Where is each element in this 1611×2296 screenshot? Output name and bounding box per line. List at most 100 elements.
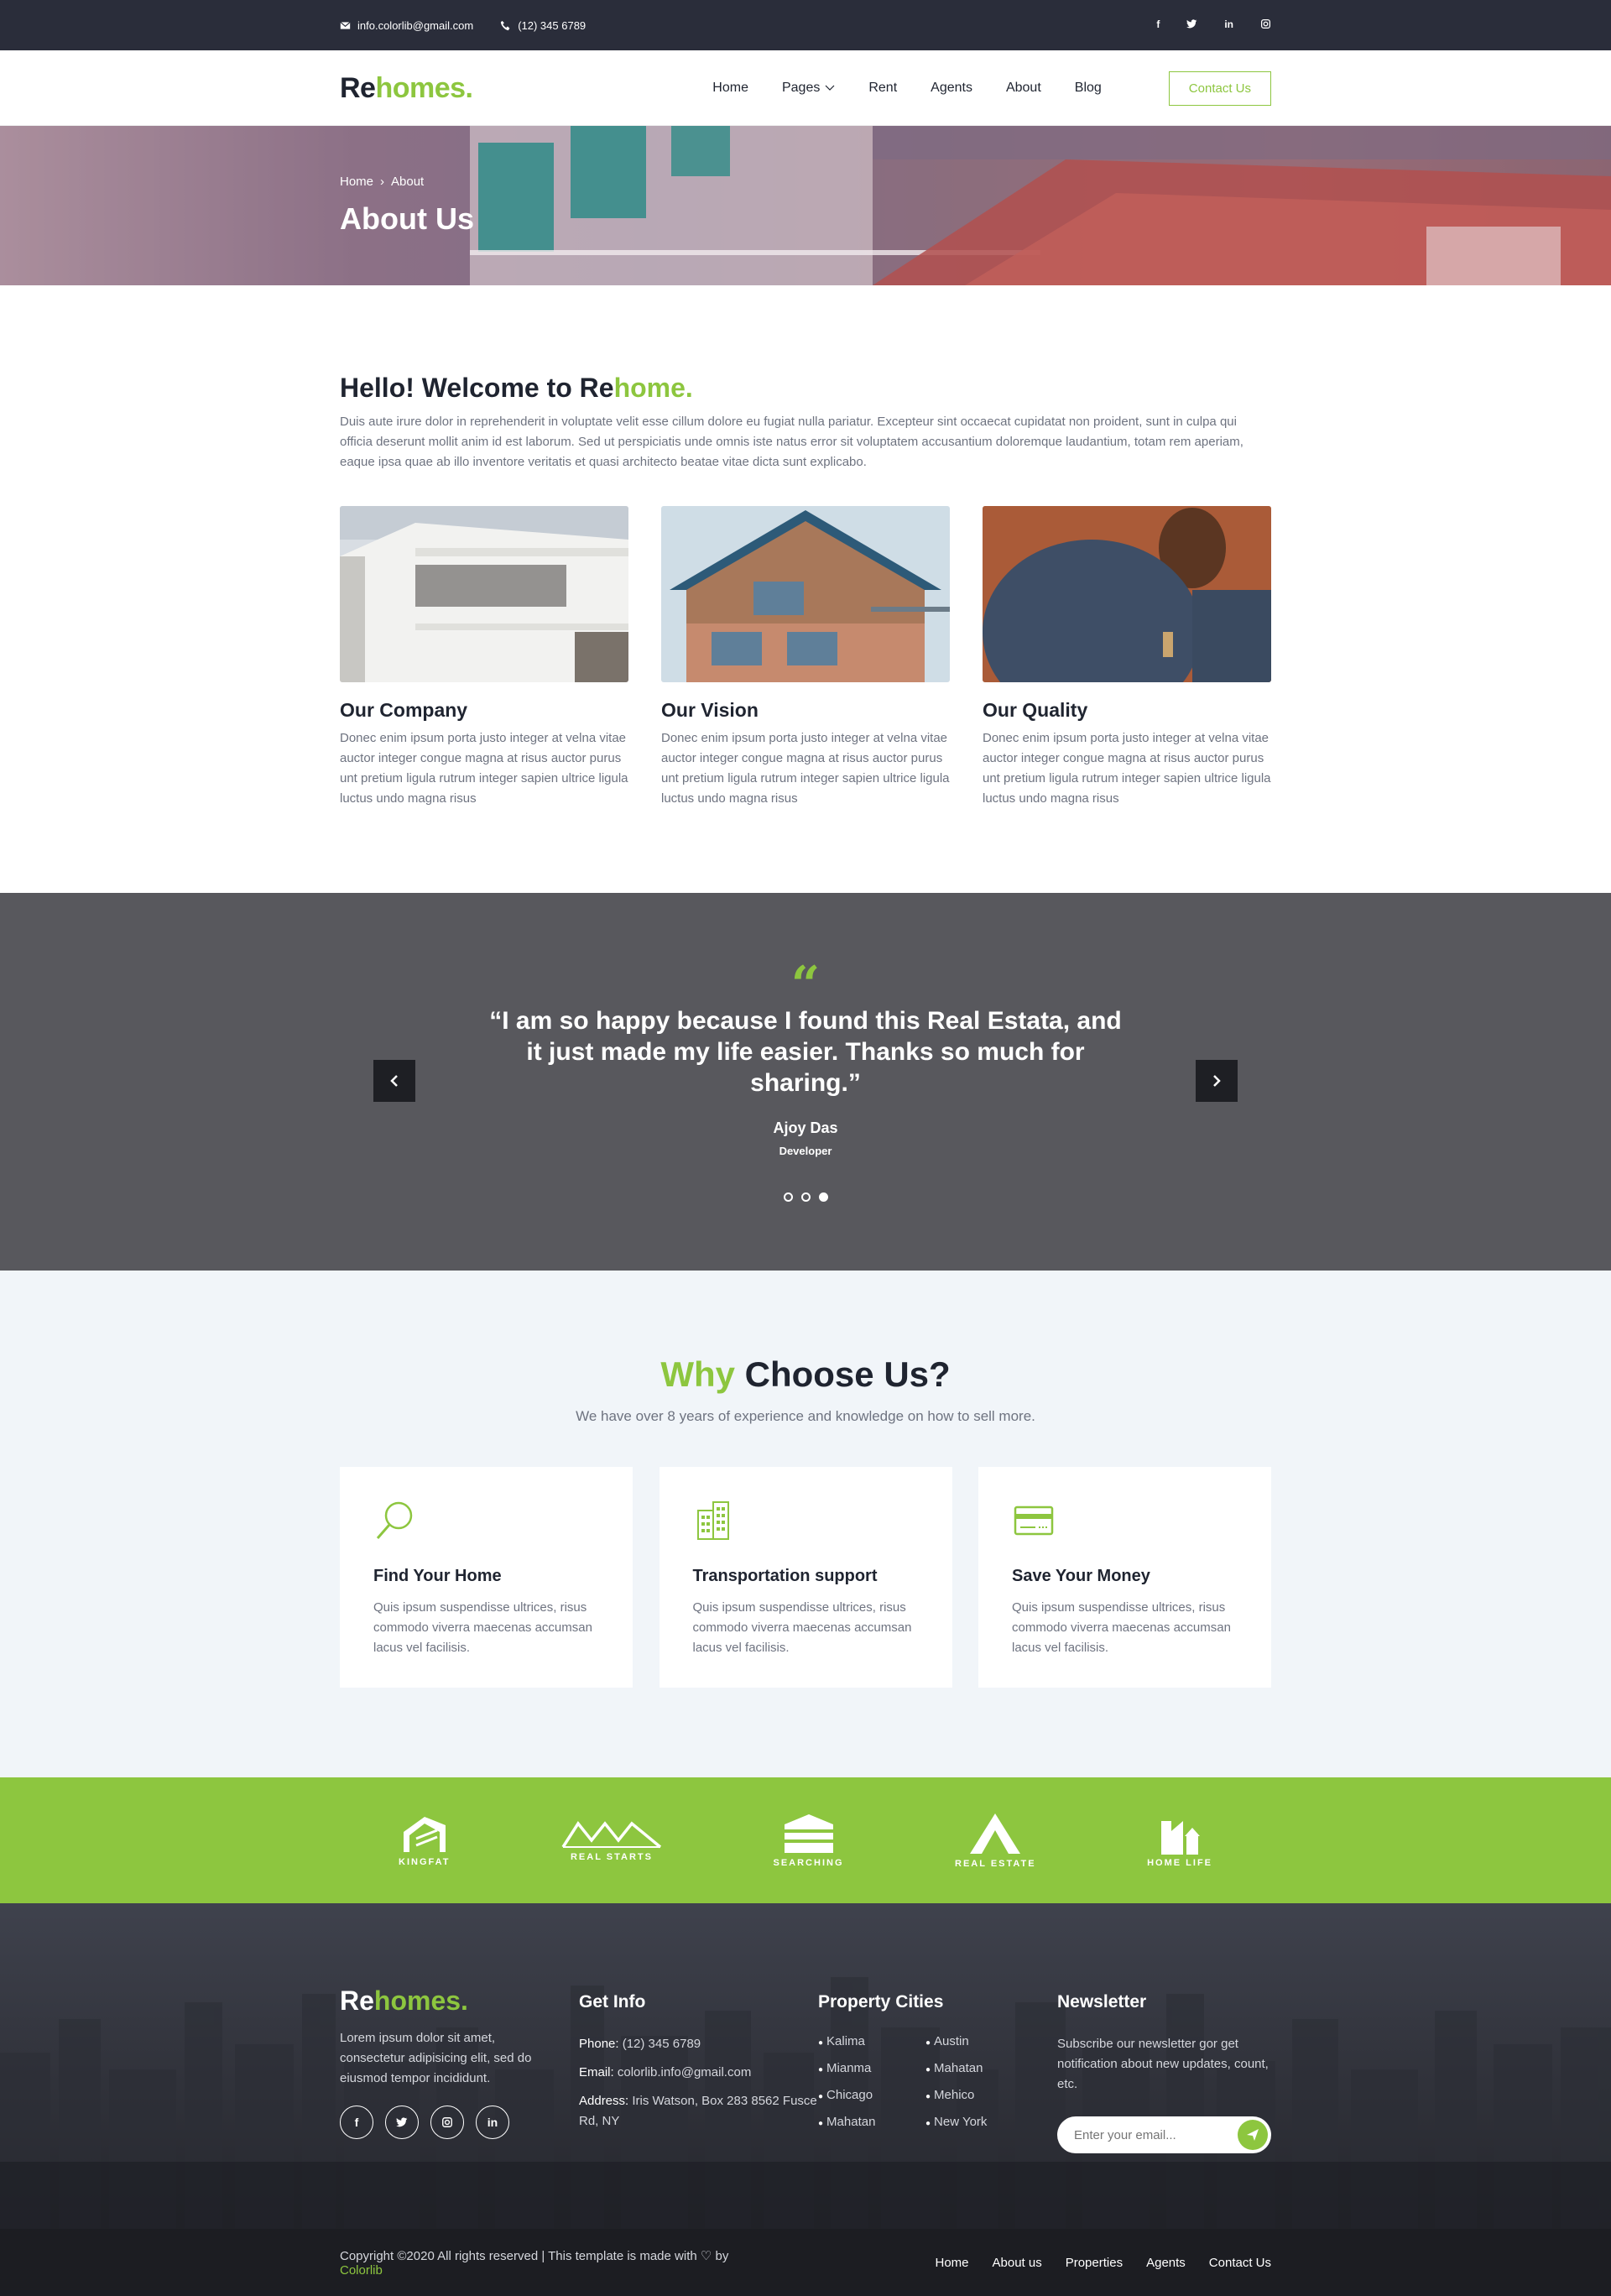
partner-logos: KINGFAT REAL STARTS SEARCHING REAL ESTAT… (0, 1777, 1611, 1903)
linkedin-icon[interactable]: in (1224, 18, 1233, 32)
testimonial-section: “ “I am so happy because I found this Re… (0, 893, 1611, 1271)
why-title: Why Choose Us? (0, 1271, 1611, 1395)
nav-home[interactable]: Home (712, 81, 748, 96)
searching-logo-icon (784, 1814, 833, 1853)
carousel-next-button[interactable] (1196, 1060, 1238, 1102)
send-icon (1247, 2129, 1259, 2141)
nav-about[interactable]: About (1006, 81, 1041, 96)
building-icon (696, 1501, 729, 1540)
footer-logo[interactable]: Rehomes. (340, 1986, 579, 2017)
newsletter-title: Newsletter (1057, 1992, 1147, 2012)
contact-us-button[interactable]: Contact Us (1168, 70, 1271, 106)
footer-description: Lorem ipsum dolor sit amet, consectetur … (340, 2031, 532, 2085)
nav-rent[interactable]: Rent (868, 81, 897, 96)
copyright-brand-link[interactable]: Colorlib (340, 2263, 383, 2278)
copyright-bar: Copyright ©2020 All rights reserved | Th… (0, 2229, 1611, 2296)
cities-title: Property Cities (818, 1992, 944, 2012)
breadcrumb-current: About (391, 175, 425, 189)
vision-house-image (661, 506, 950, 682)
facebook-icon[interactable]: f (1156, 18, 1160, 32)
top-phone-text: (12) 345 6789 (518, 18, 587, 32)
facebook-icon[interactable]: f (340, 2106, 373, 2139)
linkedin-icon[interactable]: in (476, 2106, 509, 2139)
newsletter-form (1057, 2116, 1271, 2153)
testimonial-quote: “I am so happy because I found this Real… (489, 1007, 1122, 1097)
instagram-icon[interactable] (1260, 18, 1271, 32)
quality-title: Our Quality (983, 699, 1088, 721)
real-starts-logo-icon (561, 1821, 662, 1849)
nav-pages[interactable]: Pages (782, 81, 835, 96)
city-link[interactable]: Mianma (818, 2061, 925, 2075)
city-link[interactable]: Austin (925, 2034, 1033, 2048)
brand-logo-real-starts[interactable]: REAL STARTS (561, 1819, 662, 1862)
brand-logo-searching[interactable]: SEARCHING (774, 1813, 844, 1868)
footer-link-agents[interactable]: Agents (1146, 2256, 1186, 2270)
carousel-dot-3[interactable] (818, 1192, 828, 1202)
about-card-vision: Our Vision Donec enim ipsum porta justo … (661, 506, 950, 809)
testimonial-role: Developer (779, 1145, 832, 1157)
twitter-icon[interactable] (385, 2106, 419, 2139)
phone-icon (501, 20, 510, 30)
city-link[interactable]: Mehico (925, 2088, 1033, 2102)
page-hero: Home › About About Us (0, 126, 1611, 285)
city-link[interactable]: Chicago (818, 2088, 925, 2102)
phone-label: Phone: (579, 2037, 619, 2051)
welcome-title-green: home. (613, 373, 693, 403)
footer-link-about[interactable]: About us (993, 2256, 1042, 2270)
quote-icon: “ (790, 956, 821, 1015)
top-bar: info.colorlib@gmail.com (12) 345 6789 f … (0, 0, 1611, 50)
newsletter-submit-button[interactable] (1238, 2120, 1268, 2150)
city-link[interactable]: Mahatan (818, 2115, 925, 2129)
carousel-dot-2[interactable] (800, 1192, 811, 1202)
copyright-text: Copyright ©2020 All rights reserved | Th… (340, 2248, 728, 2278)
footer-about: Rehomes. Lorem ipsum dolor sit amet, con… (340, 1986, 579, 2153)
footer-nav: Home About us Properties Agents Contact … (935, 2256, 1271, 2270)
why-subtitle: We have over 8 years of experience and k… (576, 1408, 1035, 1424)
top-email[interactable]: info.colorlib@gmail.com (340, 19, 473, 32)
footer-logo-homes: homes. (373, 1986, 468, 2016)
twitter-icon[interactable] (1186, 18, 1197, 32)
city-link[interactable]: Kalima (818, 2034, 925, 2048)
testimonial-author: Ajoy Das (773, 1119, 838, 1136)
logo[interactable]: Rehomes. (340, 72, 473, 105)
feature-title: Transportation support (692, 1567, 878, 1585)
feature-card-transportation: Transportation support Quis ipsum suspen… (659, 1467, 952, 1688)
mail-icon (340, 21, 351, 29)
real-estate-logo-icon (970, 1813, 1021, 1854)
footer-property-cities: Property Cities Kalima Austin Mianma Mah… (818, 1986, 1057, 2153)
nav-blog[interactable]: Blog (1075, 81, 1102, 96)
footer-link-contact[interactable]: Contact Us (1209, 2256, 1271, 2270)
top-phone[interactable]: (12) 345 6789 (500, 19, 586, 32)
carousel-dots (0, 1192, 1611, 1202)
why-title-rest: Choose Us? (734, 1354, 951, 1394)
carousel-prev-button[interactable] (373, 1060, 415, 1102)
footer-address: Address: Iris Watson, Box 283 8562 Fusce… (579, 2091, 818, 2132)
chevron-left-icon (390, 1075, 398, 1087)
breadcrumb-home[interactable]: Home (340, 175, 373, 189)
footer-phone: Phone: (12) 345 6789 (579, 2034, 818, 2054)
footer-link-home[interactable]: Home (935, 2256, 968, 2270)
newsletter-text: Subscribe our newsletter gor get notific… (1057, 2037, 1269, 2091)
company-building-image (340, 506, 628, 682)
company-text: Donec enim ipsum porta justo integer at … (340, 731, 628, 806)
brand-logo-real-estate[interactable]: REAL ESTATE (955, 1812, 1036, 1869)
nav-pages-label: Pages (781, 81, 821, 95)
carousel-dot-1[interactable] (783, 1192, 793, 1202)
copyright-main: Copyright ©2020 All rights reserved | Th… (340, 2248, 729, 2263)
brand-logo-kingfat[interactable]: KINGFAT (399, 1813, 450, 1867)
brand-name: REAL ESTATE (955, 1859, 1036, 1869)
phone-value[interactable]: (12) 345 6789 (623, 2037, 701, 2051)
top-email-text: info.colorlib@gmail.com (357, 18, 474, 32)
nav-agents[interactable]: Agents (931, 81, 972, 96)
city-link[interactable]: Mahatan (925, 2061, 1033, 2075)
address-label: Address: (579, 2094, 629, 2108)
newsletter-email-input[interactable] (1074, 2127, 1225, 2142)
email-value[interactable]: colorlib.info@gmail.com (618, 2065, 751, 2079)
city-link[interactable]: New York (925, 2115, 1033, 2129)
quality-text: Donec enim ipsum porta justo integer at … (983, 731, 1271, 806)
instagram-icon[interactable] (430, 2106, 464, 2139)
footer-email: Email: colorlib.info@gmail.com (579, 2063, 818, 2083)
feature-text: Quis ipsum suspendisse ultrices, risus c… (1012, 1600, 1231, 1655)
brand-logo-home-life[interactable]: HOME LIFE (1147, 1813, 1212, 1868)
footer-link-properties[interactable]: Properties (1066, 2256, 1123, 2270)
